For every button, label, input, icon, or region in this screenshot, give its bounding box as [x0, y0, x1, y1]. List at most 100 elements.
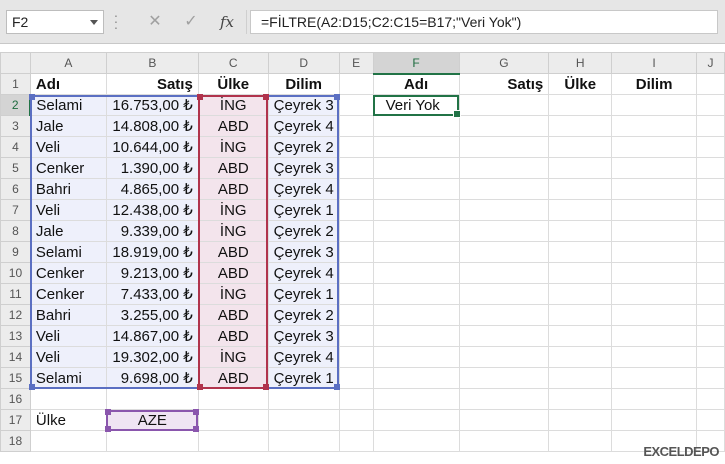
cell[interactable] — [548, 430, 613, 452]
cell-name[interactable]: Selami — [29, 94, 107, 116]
cell-country[interactable]: ABD — [197, 115, 269, 137]
cell[interactable] — [372, 283, 460, 305]
cell[interactable] — [458, 430, 550, 452]
cell-country[interactable]: ABD — [197, 304, 269, 326]
cell[interactable] — [197, 409, 269, 431]
column-header-f[interactable]: F — [372, 52, 460, 75]
cell-country[interactable]: İNG — [197, 199, 269, 221]
cell[interactable] — [197, 430, 269, 452]
cell[interactable] — [611, 178, 697, 200]
row-header[interactable]: 17 — [0, 409, 31, 431]
cell[interactable] — [372, 304, 460, 326]
cell[interactable] — [548, 241, 613, 263]
cell[interactable] — [372, 262, 460, 284]
cell[interactable] — [611, 409, 697, 431]
cell-quarter[interactable]: Çeyrek 1 — [267, 283, 340, 305]
select-all-corner[interactable] — [0, 52, 31, 74]
cell[interactable] — [372, 241, 460, 263]
cell[interactable] — [372, 199, 460, 221]
cell[interactable] — [611, 346, 697, 368]
column-header-b[interactable]: B — [105, 52, 199, 74]
cell[interactable] — [338, 283, 374, 305]
cell[interactable] — [105, 388, 199, 410]
cell[interactable] — [338, 220, 374, 242]
cell[interactable] — [458, 367, 550, 389]
row-header[interactable]: 9 — [0, 241, 31, 263]
cell[interactable] — [548, 220, 613, 242]
cell-name[interactable]: Veli — [29, 325, 107, 347]
cell-name[interactable]: Jale — [29, 115, 107, 137]
cell[interactable] — [338, 136, 374, 158]
cell[interactable] — [548, 304, 613, 326]
cell-quarter[interactable]: Çeyrek 4 — [267, 262, 340, 284]
cell-quarter[interactable]: Çeyrek 1 — [267, 367, 340, 389]
cell[interactable] — [611, 388, 697, 410]
row-header[interactable]: 6 — [0, 178, 31, 200]
row-header[interactable]: 2 — [0, 94, 32, 116]
cell[interactable] — [372, 115, 460, 137]
cell[interactable] — [695, 199, 725, 221]
cell[interactable] — [695, 136, 725, 158]
cell-f1[interactable]: Adı — [372, 73, 460, 95]
column-header-i[interactable]: I — [611, 52, 697, 74]
cell-sales[interactable]: 19.302,00 ₺ — [105, 346, 199, 368]
cell[interactable] — [458, 220, 550, 242]
cell[interactable] — [267, 388, 340, 410]
cell[interactable] — [458, 262, 550, 284]
cell-country[interactable]: İNG — [197, 136, 269, 158]
row-header[interactable]: 12 — [0, 304, 31, 326]
row-header[interactable]: 4 — [0, 136, 31, 158]
cell[interactable] — [611, 304, 697, 326]
cell[interactable] — [695, 241, 725, 263]
cell[interactable] — [548, 367, 613, 389]
cell-quarter[interactable]: Çeyrek 4 — [267, 178, 340, 200]
cell[interactable] — [695, 325, 725, 347]
cell[interactable] — [29, 430, 107, 452]
cell-quarter[interactable]: Çeyrek 4 — [267, 115, 340, 137]
cell-sales[interactable]: 18.919,00 ₺ — [105, 241, 199, 263]
row-header[interactable]: 13 — [0, 325, 31, 347]
cell[interactable] — [29, 388, 107, 410]
cell-name[interactable]: Cenker — [29, 262, 107, 284]
cell-country[interactable]: ABD — [197, 367, 269, 389]
cell[interactable] — [458, 304, 550, 326]
cell[interactable] — [611, 115, 697, 137]
cell-name[interactable]: Veli — [29, 199, 107, 221]
cell-i1[interactable]: Dilim — [611, 73, 697, 95]
criteria-label-cell[interactable]: Ülke — [29, 409, 107, 431]
cell-quarter[interactable]: Çeyrek 2 — [267, 304, 340, 326]
cell[interactable] — [338, 388, 374, 410]
cell-country[interactable]: ABD — [197, 157, 269, 179]
cell[interactable] — [338, 157, 374, 179]
result-cell-f2[interactable]: Veri Yok — [372, 94, 460, 116]
cell-country[interactable]: İNG — [197, 346, 269, 368]
cell[interactable] — [458, 94, 550, 116]
cell-country[interactable]: ABD — [197, 262, 269, 284]
cell-country[interactable]: ABD — [197, 178, 269, 200]
cell[interactable] — [338, 178, 374, 200]
cell-quarter[interactable]: Çeyrek 1 — [267, 199, 340, 221]
cell-name[interactable]: Veli — [29, 136, 107, 158]
row-header[interactable]: 16 — [0, 388, 31, 410]
cell[interactable] — [695, 220, 725, 242]
cell[interactable] — [458, 346, 550, 368]
cell[interactable] — [548, 136, 613, 158]
cell-sales[interactable]: 3.255,00 ₺ — [105, 304, 199, 326]
cell[interactable] — [611, 241, 697, 263]
cell[interactable] — [548, 157, 613, 179]
name-box[interactable]: F2 — [6, 10, 104, 34]
cell-quarter[interactable]: Çeyrek 2 — [267, 136, 340, 158]
row-header[interactable]: 15 — [0, 367, 31, 389]
cell[interactable] — [372, 430, 460, 452]
cell-h1[interactable]: Ülke — [548, 73, 613, 95]
cell-country[interactable]: İNG — [197, 283, 269, 305]
row-header[interactable]: 14 — [0, 346, 31, 368]
cell[interactable] — [338, 199, 374, 221]
cell[interactable] — [611, 325, 697, 347]
check-icon[interactable]: ✓ — [176, 10, 206, 34]
cell[interactable] — [695, 262, 725, 284]
cell[interactable] — [372, 367, 460, 389]
cell[interactable] — [105, 430, 199, 452]
cell[interactable] — [372, 388, 460, 410]
cell[interactable] — [548, 346, 613, 368]
